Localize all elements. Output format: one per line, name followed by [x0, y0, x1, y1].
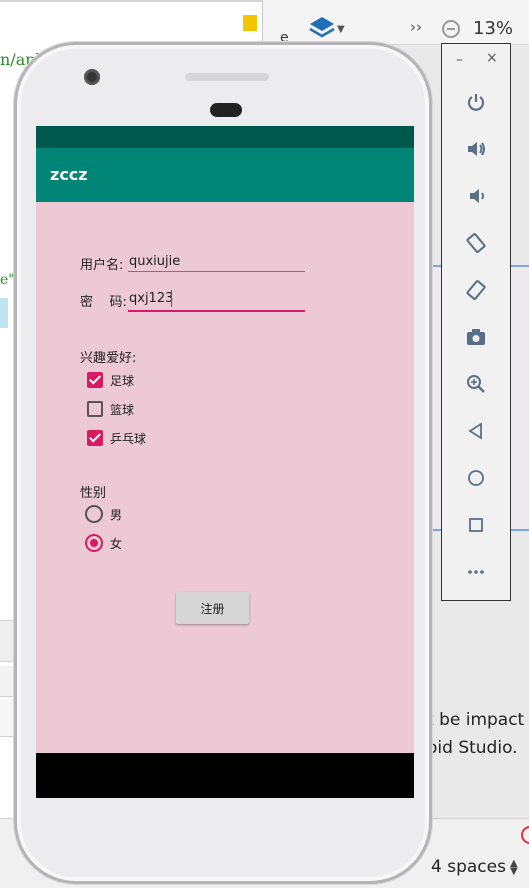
volume-down-icon[interactable]	[456, 179, 496, 213]
home-icon[interactable]	[456, 461, 496, 495]
zoom-out-icon[interactable]	[442, 20, 460, 38]
radio-male-label[interactable]: 男	[110, 506, 122, 523]
register-button[interactable]: 注册	[176, 592, 249, 624]
checkbox-basketball-label[interactable]: 篮球	[110, 401, 134, 418]
divider	[0, 0, 262, 2]
speaker-grille	[185, 73, 269, 81]
overview-icon[interactable]	[456, 508, 496, 542]
checkbox-pingpong[interactable]	[87, 430, 103, 446]
minimize-button[interactable]: –	[456, 52, 463, 68]
notification-line-1: t be impact	[427, 710, 525, 730]
rotate-right-icon[interactable]	[456, 273, 496, 307]
power-icon[interactable]	[456, 85, 496, 119]
username-input[interactable]: quxiujie	[129, 254, 180, 269]
zoom-level: 13%	[473, 18, 514, 39]
status-bar	[36, 126, 414, 148]
zoom-icon[interactable]	[456, 367, 496, 401]
checkbox-football[interactable]	[87, 372, 103, 388]
layers-icon[interactable]	[308, 14, 336, 42]
password-underline	[128, 310, 305, 312]
radio-female[interactable]	[85, 534, 103, 552]
hobbies-label: 兴趣爱好:	[80, 351, 137, 366]
password-label: 密 码:	[80, 295, 127, 310]
gender-label: 性别	[80, 486, 107, 501]
code-text-2: e"	[0, 272, 15, 288]
app-bar	[36, 148, 414, 202]
overflow-chevron-icon[interactable]: ››	[410, 18, 422, 36]
radio-female-label[interactable]: 女	[110, 535, 122, 552]
checkbox-football-label[interactable]: 足球	[110, 372, 134, 389]
volume-up-icon[interactable]	[456, 132, 496, 166]
app-screen: zccz 用户名: quxiujie 密 码: qxj123 兴趣爱好: 足球 …	[36, 126, 414, 798]
password-input[interactable]: qxj123	[129, 291, 173, 306]
close-button[interactable]: ×	[486, 50, 498, 66]
notification-line-2: oid Studio.	[427, 738, 518, 758]
indent-setting[interactable]: 4 spaces	[431, 857, 506, 877]
username-underline	[128, 271, 305, 272]
text-cursor	[171, 290, 172, 307]
app-title: zccz	[50, 165, 88, 184]
navigation-bar	[36, 753, 414, 798]
more-icon[interactable]	[456, 555, 496, 589]
username-label: 用户名:	[80, 258, 124, 273]
checkbox-pingpong-label[interactable]: 乒乓球	[110, 430, 146, 447]
camera-icon[interactable]	[456, 320, 496, 354]
rotate-left-icon[interactable]	[456, 226, 496, 260]
warning-marker-icon[interactable]	[243, 15, 257, 31]
checkbox-basketball[interactable]	[87, 401, 103, 417]
selection-highlight	[0, 298, 8, 328]
radio-male[interactable]	[85, 505, 103, 523]
chevron-down-icon[interactable]: ▼	[337, 24, 345, 35]
earpiece	[210, 103, 242, 117]
back-icon[interactable]	[456, 414, 496, 448]
notification-text: t be impact oid Studio.	[427, 706, 524, 762]
front-camera	[84, 69, 100, 85]
updown-arrows-icon[interactable]: ▲ ▼	[510, 859, 518, 877]
emulator-toolbar: – ×	[441, 43, 511, 601]
